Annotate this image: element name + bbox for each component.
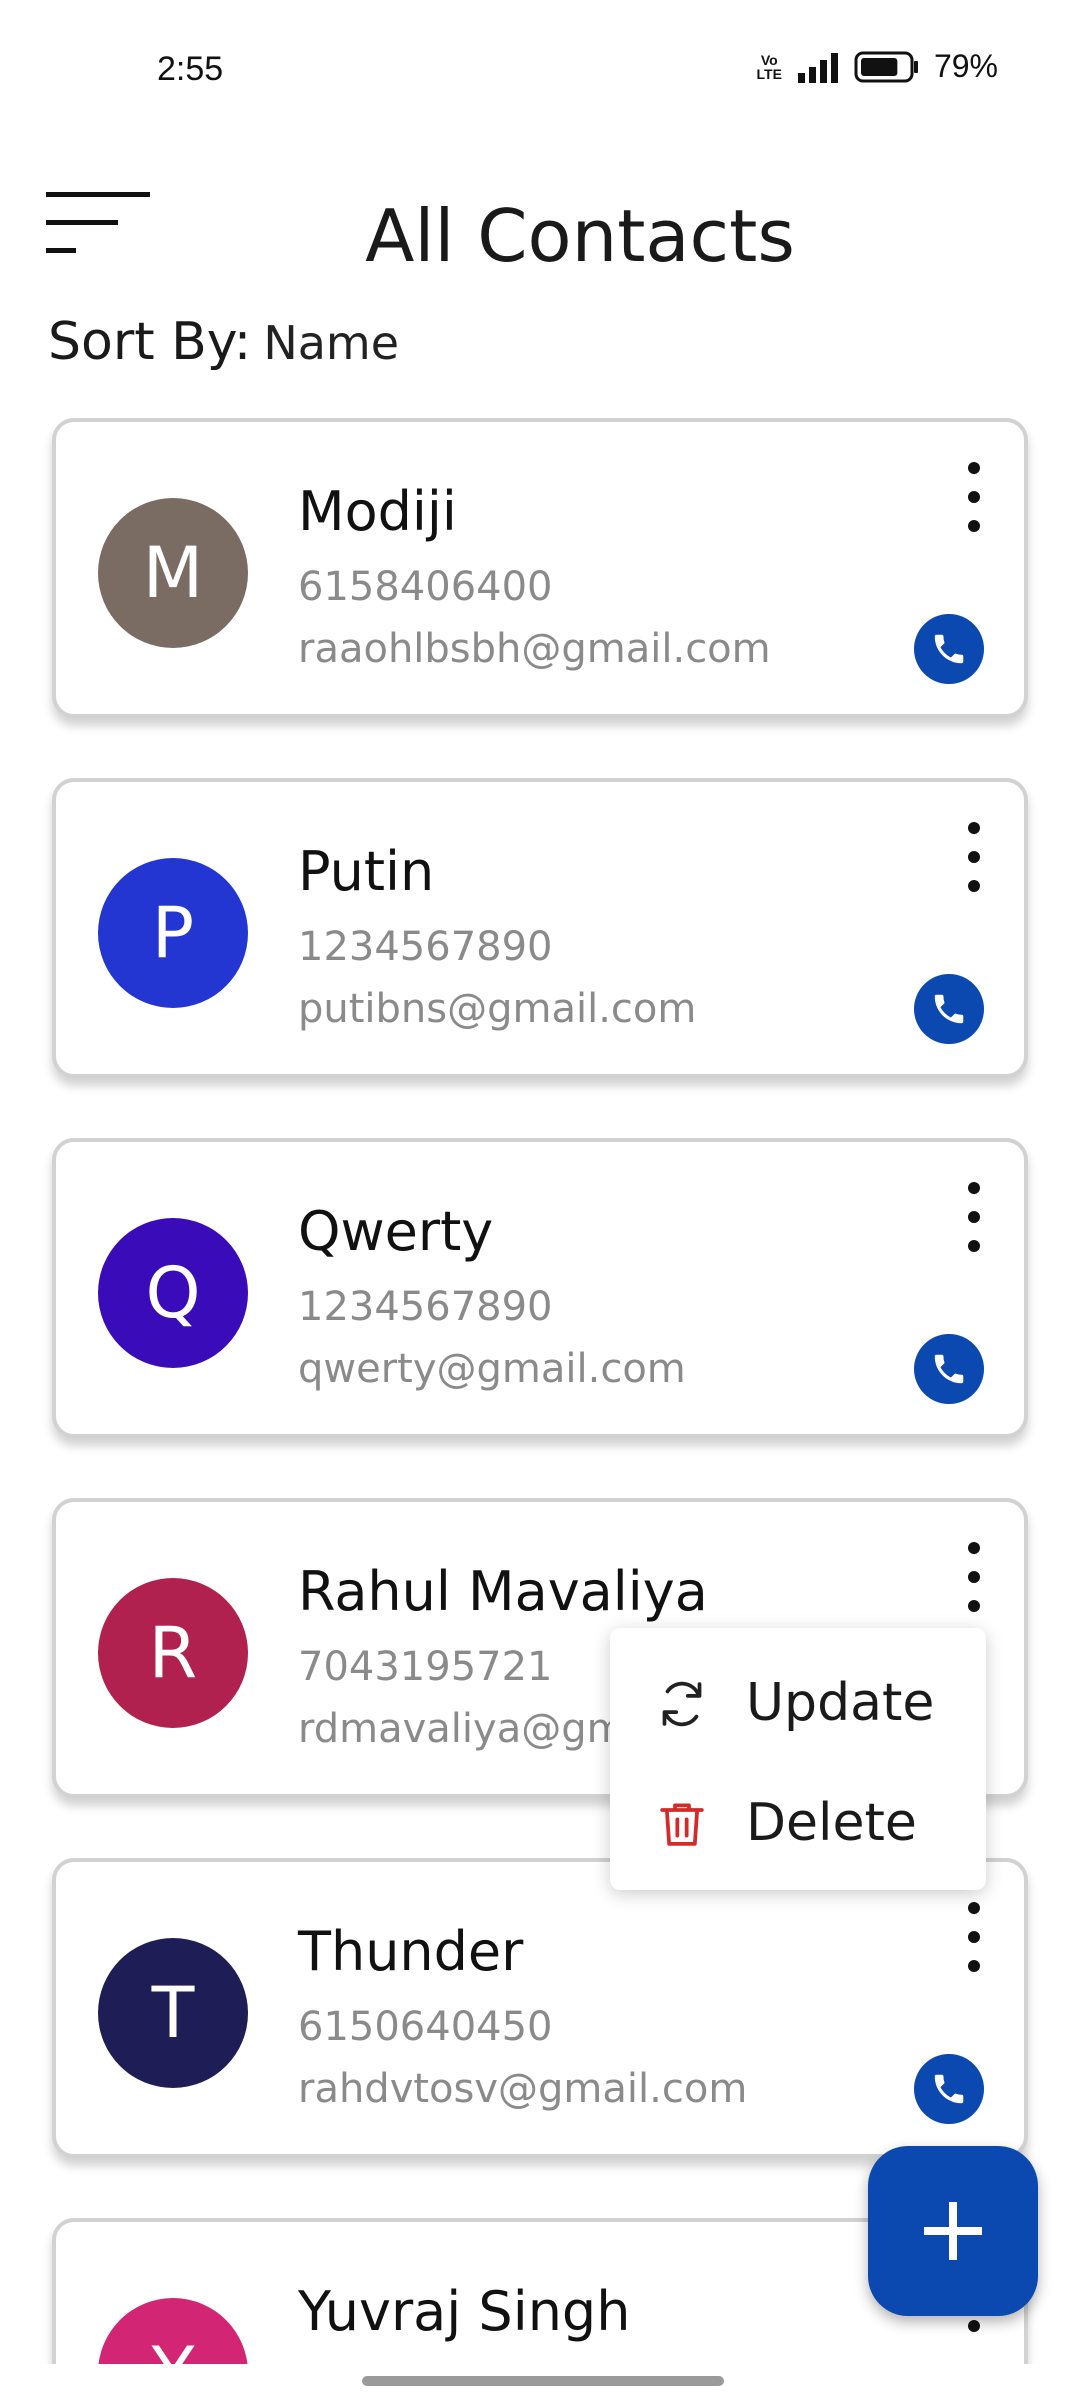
contact-name: Rahul Mavaliya xyxy=(298,1560,708,1623)
sort-value[interactable]: Name xyxy=(263,316,399,370)
app-header: All Contacts xyxy=(0,170,1080,300)
contact-phone: 1234567890 xyxy=(298,1284,553,1330)
call-button[interactable] xyxy=(914,2054,984,2124)
call-button[interactable] xyxy=(914,1334,984,1404)
phone-icon xyxy=(934,634,964,664)
avatar: Q xyxy=(98,1218,248,1368)
more-vert-icon[interactable] xyxy=(954,1542,994,1612)
contact-email: raaohlbsbh@gmail.com xyxy=(298,626,771,672)
call-button[interactable] xyxy=(914,614,984,684)
trash-icon xyxy=(660,1803,704,1846)
contact-name: Thunder xyxy=(298,1920,524,1983)
plus-icon xyxy=(924,2202,982,2260)
more-vert-icon[interactable] xyxy=(954,462,994,532)
contact-email: rahdvtosv@gmail.com xyxy=(298,2066,748,2112)
contact-email: qwerty@gmail.com xyxy=(298,1346,686,1392)
avatar: P xyxy=(98,858,248,1008)
contact-card[interactable]: P Putin 1234567890 putibns@gmail.com xyxy=(52,778,1028,1078)
sort-label: Sort By: xyxy=(48,312,252,372)
call-button[interactable] xyxy=(914,974,984,1044)
phone-icon xyxy=(934,1354,964,1384)
contact-name: Yuvraj Singh xyxy=(298,2280,631,2343)
page-title: All Contacts xyxy=(365,194,795,278)
contact-name: Putin xyxy=(298,840,435,903)
contact-phone: 6158406400 xyxy=(298,564,553,610)
avatar: M xyxy=(98,498,248,648)
more-vert-icon[interactable] xyxy=(954,1902,994,1972)
add-contact-button[interactable] xyxy=(868,2146,1038,2316)
contact-phone: 6150640450 xyxy=(298,2004,553,2050)
menu-item-label: Delete xyxy=(746,1793,917,1853)
contact-card[interactable]: T Thunder 6150640450 rahdvtosv@gmail.com xyxy=(52,1858,1028,2158)
contact-card[interactable]: Q Qwerty 1234567890 qwerty@gmail.com xyxy=(52,1138,1028,1438)
avatar: T xyxy=(98,1938,248,2088)
more-vert-icon[interactable] xyxy=(954,1182,994,1252)
more-vert-icon[interactable] xyxy=(954,822,994,892)
navigation-bar xyxy=(0,2364,1080,2400)
refresh-icon xyxy=(662,1681,702,1727)
contact-phone: 1234567890 xyxy=(298,924,553,970)
contact-options-menu: Update Delete xyxy=(610,1628,986,1890)
contact-card[interactable]: M Modiji 6158406400 raaohlbsbh@gmail.com xyxy=(52,418,1028,718)
phone-icon xyxy=(934,994,964,1024)
contact-name: Qwerty xyxy=(298,1200,494,1263)
avatar: Y xyxy=(98,2298,248,2364)
contact-email: putibns@gmail.com xyxy=(298,986,697,1032)
avatar: R xyxy=(98,1578,248,1728)
sort-row[interactable]: Sort By: Name xyxy=(48,312,399,372)
content-area: All Contacts Sort By: Name M Modiji 6158… xyxy=(0,0,1080,2364)
home-gesture-handle[interactable] xyxy=(362,2376,724,2386)
contact-phone: 7043195721 xyxy=(298,1644,553,1690)
contact-name: Modiji xyxy=(298,480,457,543)
menu-item-label: Update xyxy=(746,1673,935,1733)
phone-icon xyxy=(934,2074,964,2104)
menu-item-delete[interactable]: Delete xyxy=(610,1768,986,1878)
menu-item-update[interactable]: Update xyxy=(610,1648,986,1758)
